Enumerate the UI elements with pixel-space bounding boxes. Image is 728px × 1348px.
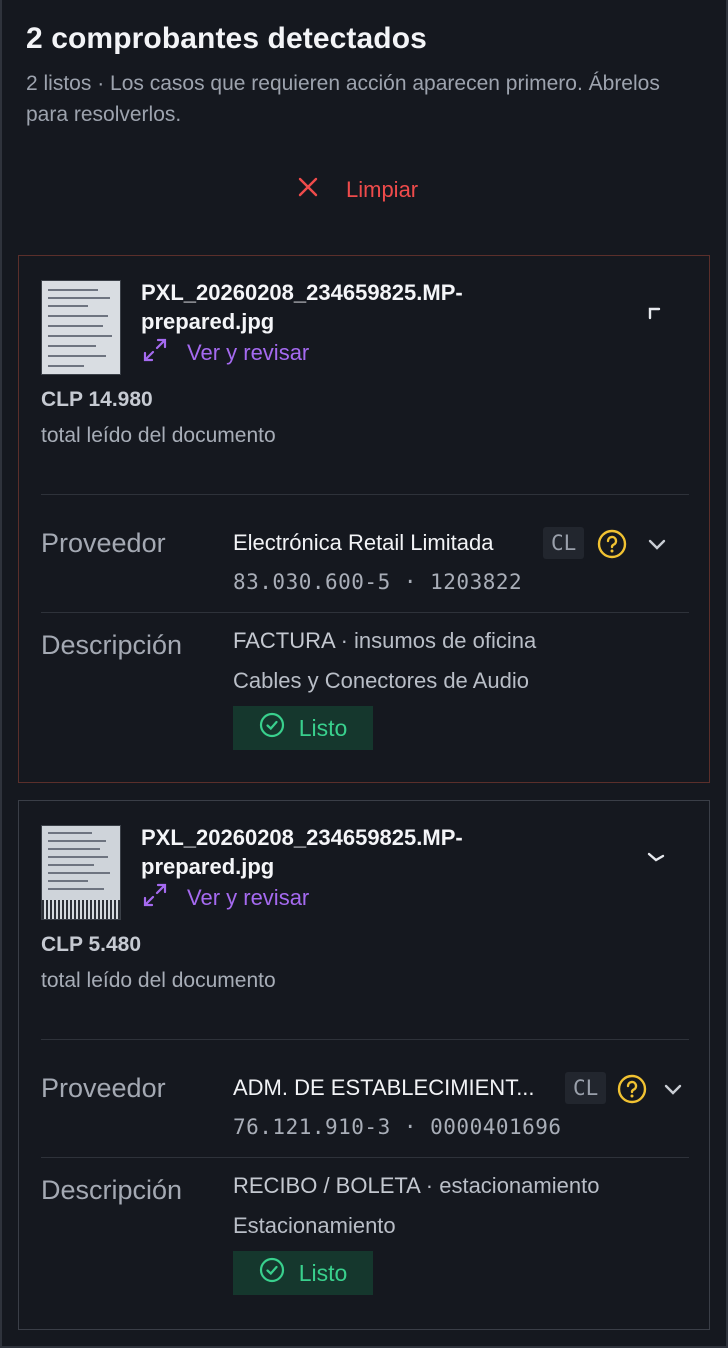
document-category: · estacionamiento — [425, 1173, 600, 1198]
status-badge: Listo — [233, 706, 373, 750]
description-type-line: RECIBO / BOLETA · estacionamiento — [233, 1173, 599, 1199]
amount-caption: total leído del documento — [41, 969, 276, 992]
document-thumbnail[interactable] — [41, 825, 121, 920]
page-title: 2 comprobantes detectados — [26, 22, 427, 55]
review-link[interactable]: Ver y revisar — [141, 881, 309, 915]
description-label: Descripción — [41, 630, 183, 660]
document-amount: CLP 14.980 — [41, 388, 153, 411]
description-detail: Cables y Conectores de Audio — [233, 668, 529, 693]
description-detail: Estacionamiento — [233, 1213, 396, 1238]
supplier-name: ADM. DE ESTABLECIMIENT... — [233, 1075, 535, 1100]
review-link[interactable]: Ver y revisar — [141, 336, 309, 370]
document-filename: PXL_20260208_234659825.MP-prepared.jpg — [141, 825, 463, 879]
divider — [41, 612, 689, 613]
expand-icon — [141, 881, 169, 915]
supplier-name: Electrónica Retail Limitada — [233, 530, 494, 555]
document-type: RECIBO / BOLETA — [233, 1173, 420, 1198]
supplier-label: Proveedor — [41, 528, 166, 558]
divider — [41, 494, 689, 495]
clear-label: Limpiar — [346, 177, 419, 202]
supplier-ids: 83.030.600-5 · 1203822 — [233, 570, 523, 594]
description-type-line: FACTURA · insumos de oficina — [233, 628, 536, 654]
chevron-down-icon[interactable] — [645, 532, 669, 556]
country-tag: CL — [543, 527, 585, 559]
review-label: Ver y revisar — [187, 885, 310, 910]
page-subtitle: 2 listos · Los casos que requieren acció… — [26, 72, 660, 126]
close-icon — [296, 175, 320, 205]
check-circle-icon — [259, 1257, 285, 1289]
chevron-down-icon[interactable] — [661, 1077, 685, 1101]
expand-card-button[interactable] — [645, 847, 667, 869]
status-label: Listo — [298, 1259, 348, 1286]
status-badge: Listo — [233, 1251, 373, 1295]
collapse-button[interactable] — [645, 302, 667, 324]
divider — [41, 1157, 689, 1158]
document-amount: CLP 5.480 — [41, 933, 142, 956]
document-card: PXL_20260208_234659825.MP-prepared.jpg V… — [18, 255, 710, 783]
clear-button[interactable]: Limpiar — [296, 172, 418, 208]
document-type: FACTURA — [233, 628, 335, 653]
help-icon[interactable] — [597, 529, 627, 559]
supplier-label: Proveedor — [41, 1073, 166, 1103]
review-label: Ver y revisar — [187, 340, 310, 365]
document-thumbnail[interactable] — [41, 280, 121, 375]
divider — [41, 1039, 689, 1040]
panel-header: 2 comprobantes detectados 2 listos · Los… — [26, 22, 706, 130]
description-label: Descripción — [41, 1175, 183, 1205]
amount-caption: total leído del documento — [41, 424, 276, 447]
status-label: Listo — [298, 714, 348, 741]
supplier-ids: 76.121.910-3 · 0000401696 — [233, 1115, 562, 1139]
check-circle-icon — [259, 712, 285, 744]
document-category: · insumos de oficina — [340, 628, 537, 653]
document-card: PXL_20260208_234659825.MP-prepared.jpg V… — [18, 800, 710, 1330]
help-icon[interactable] — [617, 1074, 647, 1104]
document-filename: PXL_20260208_234659825.MP-prepared.jpg — [141, 280, 463, 334]
expand-icon — [141, 336, 169, 370]
country-tag: CL — [565, 1072, 607, 1104]
